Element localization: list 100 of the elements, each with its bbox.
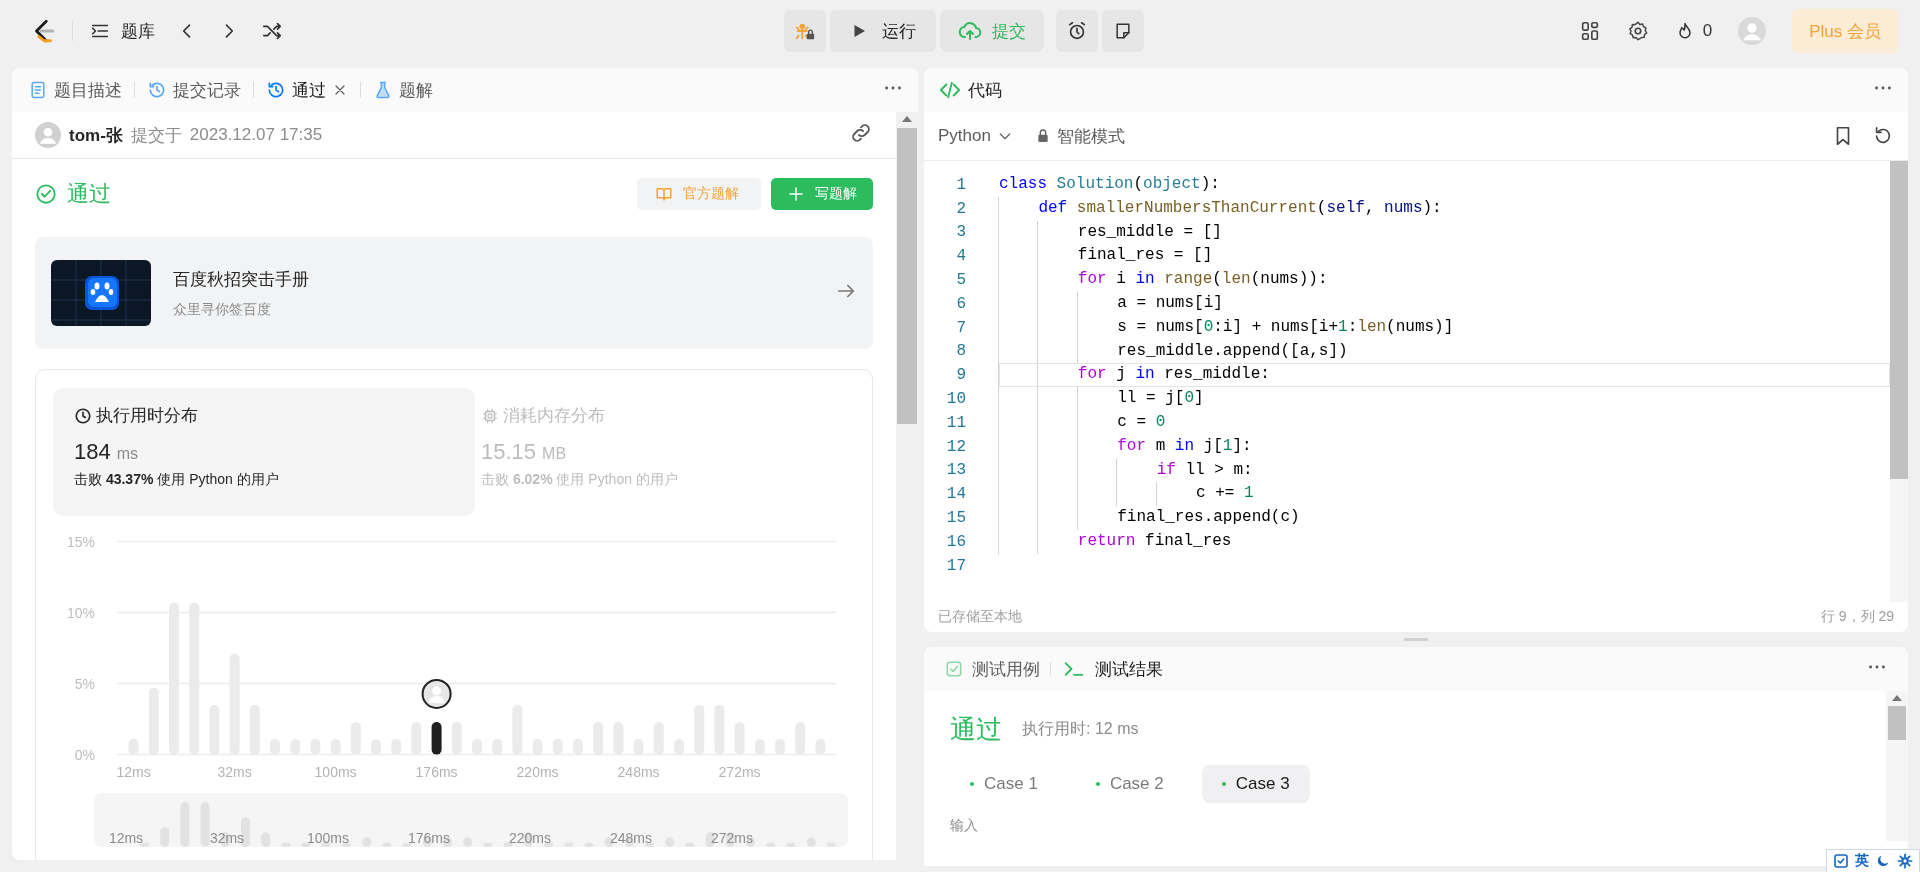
stat-title: 执行用时分布	[96, 405, 198, 427]
book-icon	[655, 185, 673, 203]
history-icon	[147, 80, 167, 100]
problem-list-button[interactable]: 题库	[89, 19, 155, 43]
scrollbar[interactable]	[1886, 691, 1908, 841]
panel-tab[interactable]: 通过	[264, 74, 350, 106]
panel-tab[interactable]: 提交记录	[145, 74, 243, 106]
scrollbar[interactable]	[1890, 161, 1908, 602]
panel-tab[interactable]: 题目描述	[26, 74, 124, 106]
chip-icon	[481, 406, 499, 425]
code-line: ll = j[0]	[999, 387, 1890, 411]
input-label: 输入	[950, 817, 979, 835]
code-line: res_middle.append([a,s])	[999, 339, 1890, 364]
axis-label: 5%	[74, 675, 95, 692]
user-name[interactable]: tom-张	[69, 123, 123, 147]
notes-button[interactable]	[1102, 10, 1144, 52]
line-number: 2	[955, 199, 966, 218]
code-line: def smallerNumbersThanCurrent(self, nums):	[999, 196, 1890, 221]
line-number: 6	[955, 294, 966, 313]
line-number: 13	[945, 461, 966, 480]
cursor-position: 行 9，列 29	[1820, 608, 1894, 626]
submitted-label: 提交于	[130, 124, 182, 147]
promo-subtitle: 众里寻你签百度	[173, 300, 272, 319]
code-line: class Solution(object):	[999, 174, 1221, 195]
code-line: for m in j[1]:	[999, 434, 1890, 459]
code-line: return final_res	[999, 529, 1890, 554]
stat-value: 15.15	[481, 439, 537, 465]
stat-card[interactable]: 执行用时分布 184 ms 击败 43.37% 使用 Python 的用户	[53, 388, 475, 516]
settings-icon[interactable]	[1897, 853, 1913, 869]
test-case-tab[interactable]: Case 2	[1075, 765, 1184, 803]
submission-time: 2023.12.07 17:35	[189, 125, 323, 145]
streak-count: 0	[1702, 21, 1713, 41]
axis-label: 15%	[66, 533, 95, 550]
axis-label: 0%	[74, 746, 95, 763]
chart-bar[interactable]	[431, 721, 442, 755]
code-line: final_res.append(c)	[999, 506, 1890, 530]
timer-button[interactable]	[1056, 10, 1098, 52]
promo-title: 百度秋招突击手册	[173, 268, 309, 291]
axis-label: 248ms	[610, 830, 652, 846]
axis-label: 176ms	[415, 764, 458, 780]
panel-title: 代码	[968, 79, 1002, 102]
axis-label: 272ms	[711, 830, 753, 846]
clock-icon	[74, 406, 92, 425]
axis-label: 220ms	[516, 764, 559, 780]
history-icon	[266, 80, 286, 100]
input-method-toolbar[interactable]: 英	[1826, 849, 1920, 872]
code-line: c = 0	[999, 410, 1890, 435]
line-number: 7	[955, 318, 966, 337]
line-number: 8	[955, 342, 966, 361]
code-line: c += 1	[999, 482, 1890, 507]
beat-percentage-text: 击败 6.02% 使用 Python 的用户	[481, 471, 679, 489]
console-tab[interactable]: 测试结果	[1061, 657, 1163, 681]
note-icon	[1113, 21, 1133, 41]
line-number: 10	[945, 390, 966, 409]
moon-icon	[1875, 853, 1891, 869]
runtime-text: 执行用时: 12 ms	[1022, 718, 1139, 739]
save-status: 已存储至本地	[938, 608, 1022, 626]
input-mode-label[interactable]: 英	[1855, 852, 1869, 870]
code-line: for j in res_middle:	[999, 363, 1890, 388]
line-number: 3	[955, 223, 966, 242]
code-line: a = nums[i]	[999, 292, 1890, 316]
axis-label: 12ms	[116, 764, 151, 780]
test-case-tab[interactable]: Case 3	[1201, 765, 1310, 803]
shuffle-icon[interactable]	[261, 20, 283, 42]
axis-label: 32ms	[217, 764, 252, 780]
avatar-icon[interactable]	[1738, 17, 1767, 45]
axis-label: 272ms	[718, 764, 761, 780]
test-case-tab[interactable]: Case 1	[950, 765, 1058, 803]
axis-label: 32ms	[209, 830, 245, 846]
smart-mode-label[interactable]: 智能模式	[1056, 124, 1125, 148]
plus-icon	[787, 185, 805, 203]
code-line: for i in range(len(nums)):	[999, 268, 1890, 292]
code-line: s = nums[0:i] + nums[i+1:len(nums)]	[999, 315, 1890, 340]
language-dropdown[interactable]: Python	[938, 126, 1013, 146]
axis-label: 100ms	[307, 830, 349, 846]
code-icon	[938, 79, 962, 101]
stat-unit: ms	[116, 445, 139, 463]
axis-label: 100ms	[314, 764, 357, 780]
cloud-upload-icon	[958, 19, 982, 43]
axis-label: 176ms	[408, 830, 450, 846]
line-number: 4	[955, 247, 966, 266]
debug-button[interactable]	[784, 10, 826, 52]
document-icon	[28, 80, 48, 100]
settings-icon[interactable]	[1626, 20, 1649, 42]
line-number: 16	[945, 532, 966, 551]
ime-logo-icon	[1833, 853, 1849, 869]
scroll-thumb[interactable]	[1890, 161, 1908, 479]
scroll-thumb[interactable]	[1888, 706, 1906, 740]
axis-label: 220ms	[509, 830, 551, 846]
run-button[interactable]: 运行	[830, 10, 936, 52]
promo-card[interactable]: 百度秋招突击手册 众里寻你签百度	[35, 237, 873, 349]
line-number: 15	[945, 509, 966, 528]
console-tab[interactable]: 测试用例	[944, 657, 1040, 681]
line-number: 11	[945, 413, 966, 432]
accepted-status: 通过	[67, 180, 111, 208]
panel-tab[interactable]: 题解	[371, 74, 435, 106]
check-circle-icon	[35, 183, 57, 205]
axis-label: 10%	[66, 604, 95, 621]
stat-unit: MB	[542, 445, 567, 463]
scroll-thumb[interactable]	[897, 128, 917, 424]
